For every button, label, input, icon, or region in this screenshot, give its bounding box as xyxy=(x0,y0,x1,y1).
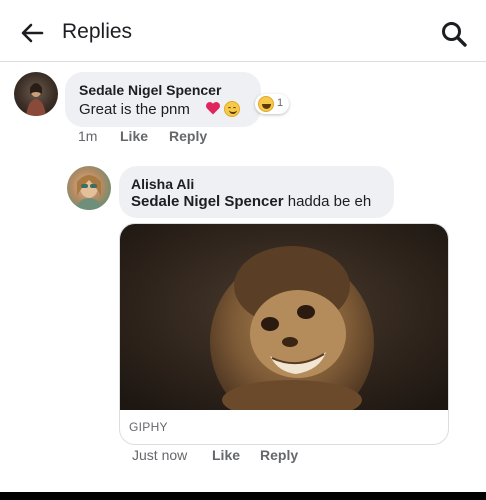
monkey-gif-image xyxy=(120,224,448,410)
like-button[interactable]: Like xyxy=(120,128,148,144)
like-button[interactable]: Like xyxy=(212,447,240,463)
profile-photo-image xyxy=(75,175,103,210)
comment-author[interactable]: Sedale Nigel Spencer xyxy=(79,82,221,98)
smiling-face-icon xyxy=(224,101,240,117)
comment-bubble: Alisha Ali Sedale Nigel Spencer hadda be… xyxy=(119,166,394,218)
comment-bubble: Sedale Nigel Spencer Great is the pnm xyxy=(65,72,261,127)
comment-time: 1m xyxy=(78,128,98,144)
reaction-count: 1 xyxy=(277,97,284,109)
profile-photo-image xyxy=(26,83,46,116)
gif-source-label: GIPHY xyxy=(129,420,168,434)
page-title: Replies xyxy=(62,20,133,43)
reply-button[interactable]: Reply xyxy=(169,128,207,144)
haha-reaction-icon xyxy=(258,96,274,112)
comment-text: Great is the pnm xyxy=(79,101,190,118)
top-bar: Replies xyxy=(0,0,486,62)
comment-author[interactable]: Alisha Ali xyxy=(131,176,194,192)
search-icon[interactable] xyxy=(440,20,468,48)
avatar[interactable] xyxy=(67,166,111,210)
gif-attachment[interactable]: GIPHY xyxy=(119,223,449,445)
comment-text: Sedale Nigel Spencer hadda be eh xyxy=(131,193,371,210)
reply-button[interactable]: Reply xyxy=(260,447,298,463)
bottom-edge xyxy=(0,492,486,500)
comment-text-body: hadda be eh xyxy=(287,193,372,210)
mention-link[interactable]: Sedale Nigel Spencer xyxy=(131,193,284,210)
comment-time: Just now xyxy=(132,447,188,463)
avatar[interactable] xyxy=(14,72,58,116)
heart-icon xyxy=(206,102,220,115)
back-arrow-icon[interactable] xyxy=(20,22,44,44)
reaction-summary[interactable]: 1 xyxy=(255,94,289,114)
